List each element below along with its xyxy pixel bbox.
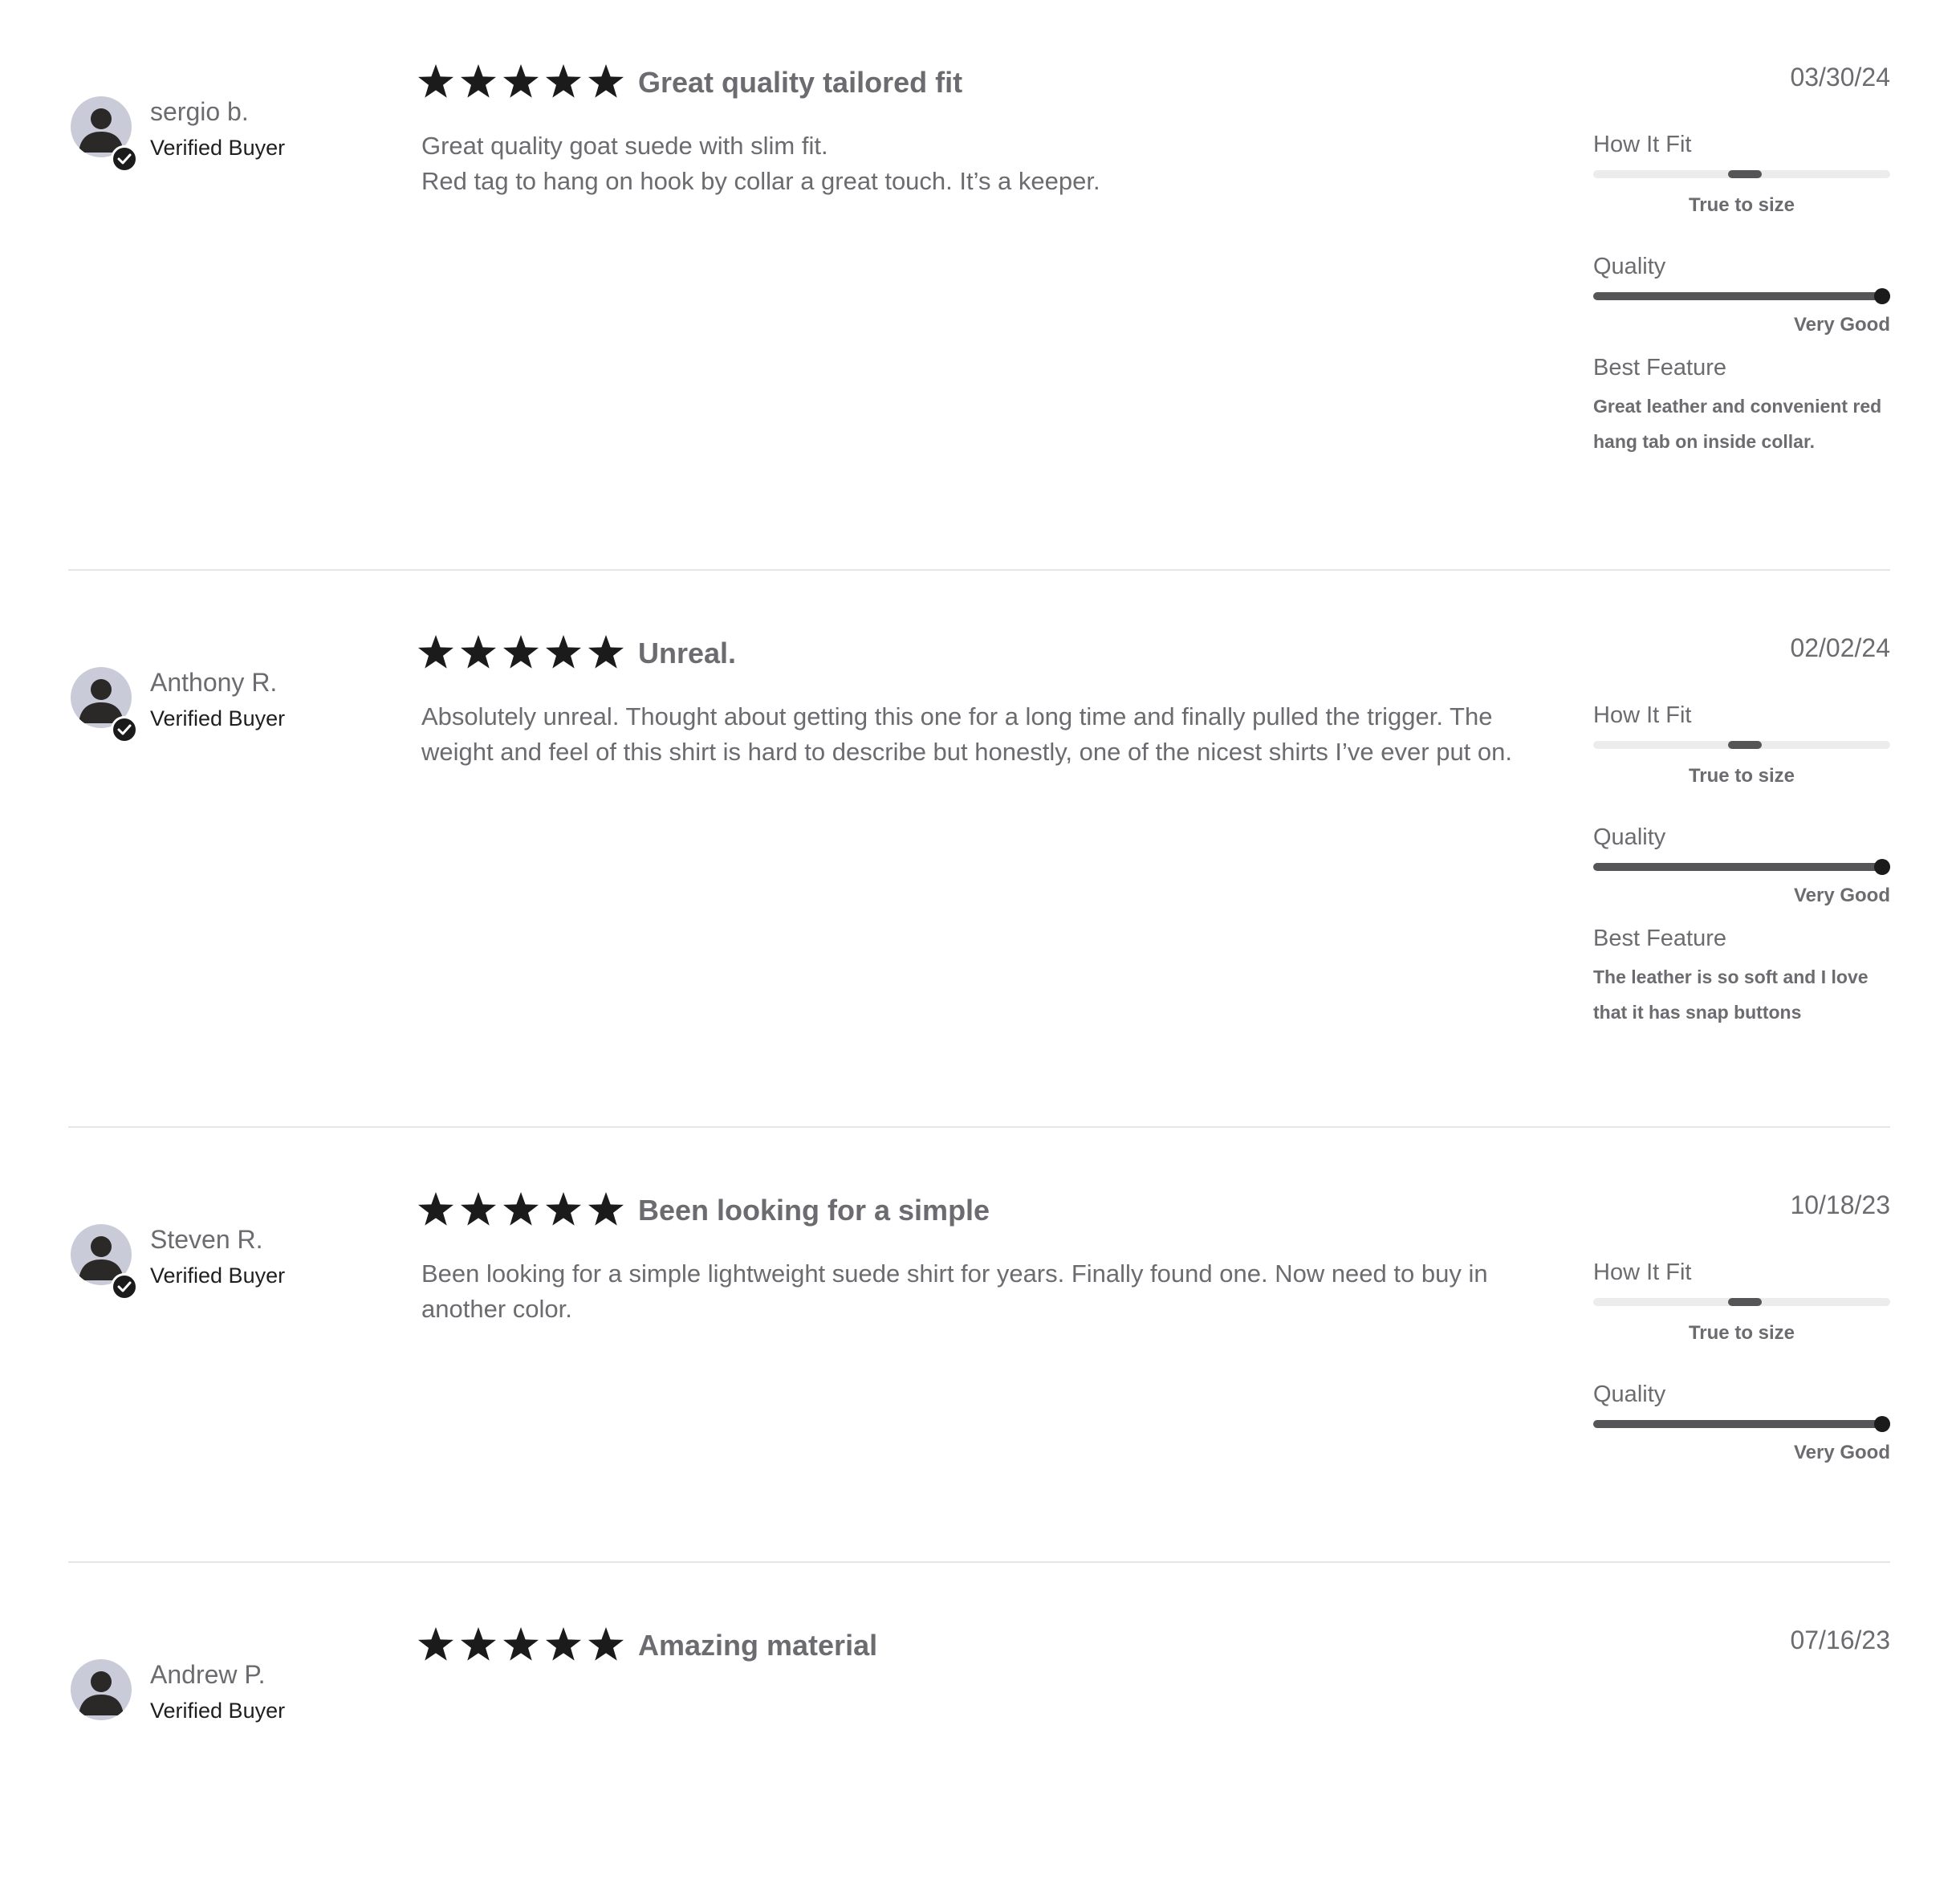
fit-slider xyxy=(1593,1298,1890,1306)
reviewer-name: sergio b. xyxy=(150,97,249,126)
review-item: Anthony R. Verified Buyer Unreal. Absolu… xyxy=(68,571,1890,1128)
quality-bar xyxy=(1593,859,1890,875)
best-feature-label: Best Feature xyxy=(1593,926,1727,951)
verified-buyer-label: Verified Buyer xyxy=(150,706,286,730)
verified-buyer-label: Verified Buyer xyxy=(150,1699,286,1723)
star-icon xyxy=(418,635,453,669)
star-icon xyxy=(546,1192,581,1226)
review-title: Amazing material xyxy=(638,1629,878,1662)
quality-indicator xyxy=(1874,1416,1890,1432)
star-icon xyxy=(503,635,539,669)
fit-slider xyxy=(1593,170,1890,178)
star-icon xyxy=(461,64,496,98)
quality-indicator xyxy=(1874,859,1890,875)
quality-fill xyxy=(1593,1420,1890,1428)
reviewer-name: Steven R. xyxy=(150,1225,263,1254)
star-icon xyxy=(546,635,581,669)
star-rating xyxy=(417,1190,624,1235)
quality-value: Very Good xyxy=(1793,885,1890,906)
checkmark-icon xyxy=(111,716,138,743)
star-icon xyxy=(503,1192,539,1226)
review-date: 10/18/23 xyxy=(1790,1190,1890,1219)
star-icon xyxy=(461,635,496,669)
star-icon xyxy=(588,1192,624,1226)
quality-fill xyxy=(1593,292,1890,300)
quality-label: Quality xyxy=(1593,824,1666,850)
review-item: sergio b. Verified Buyer Great quality t… xyxy=(68,0,1890,571)
star-icon xyxy=(461,1627,496,1661)
best-feature-value: The leather is so soft and I love that i… xyxy=(1593,966,1869,1023)
reviewer-name: Anthony R. xyxy=(150,668,278,697)
review-item: Steven R. Verified Buyer Been looking fo… xyxy=(68,1128,1890,1563)
checkmark-icon xyxy=(111,145,138,173)
review-body-line: Been looking for a simple lightweight su… xyxy=(421,1259,1488,1323)
review-body-line: Great quality goat suede with slim fit. xyxy=(421,132,828,160)
review-title: Great quality tailored fit xyxy=(638,66,963,99)
quality-value: Very Good xyxy=(1793,314,1890,336)
quality-bar xyxy=(1593,1416,1890,1432)
star-icon xyxy=(546,1627,581,1661)
review-body: Great quality goat suede with slim fit. … xyxy=(421,128,1537,199)
fit-value: True to size xyxy=(1688,765,1795,787)
quality-value: Very Good xyxy=(1793,1442,1890,1463)
reviewer-name: Andrew P. xyxy=(150,1660,266,1689)
star-rating xyxy=(417,1626,624,1670)
review-title: Unreal. xyxy=(638,637,737,669)
fit-indicator xyxy=(1728,170,1762,178)
fit-label: How It Fit xyxy=(1593,1259,1692,1285)
star-icon xyxy=(588,64,624,98)
user-avatar-icon xyxy=(71,1659,132,1720)
fit-value: True to size xyxy=(1688,194,1795,216)
quality-indicator xyxy=(1874,288,1890,304)
star-icon xyxy=(588,1627,624,1661)
quality-label: Quality xyxy=(1593,1381,1666,1407)
fit-value: True to size xyxy=(1688,1322,1795,1344)
review-date: 07/16/23 xyxy=(1790,1626,1890,1654)
fit-label: How It Fit xyxy=(1593,132,1692,157)
best-feature-label: Best Feature xyxy=(1593,355,1727,380)
star-icon xyxy=(418,1192,453,1226)
fit-indicator xyxy=(1728,1298,1762,1306)
star-icon xyxy=(418,1627,453,1661)
verified-buyer-label: Verified Buyer xyxy=(150,1263,286,1288)
star-rating xyxy=(417,63,624,108)
review-body: Absolutely unreal. Thought about getting… xyxy=(421,699,1537,770)
star-icon xyxy=(503,64,539,98)
star-icon xyxy=(503,1627,539,1661)
review-body: Been looking for a simple lightweight su… xyxy=(421,1256,1537,1327)
review-title: Been looking for a simple xyxy=(638,1194,990,1227)
review-body-line: Red tag to hang on hook by collar a grea… xyxy=(421,167,1100,195)
best-feature-value: Great leather and convenient red hang ta… xyxy=(1593,396,1882,452)
review-date: 02/02/24 xyxy=(1790,633,1890,662)
quality-bar xyxy=(1593,288,1890,304)
fit-slider xyxy=(1593,741,1890,749)
quality-label: Quality xyxy=(1593,254,1666,279)
fit-label: How It Fit xyxy=(1593,702,1692,728)
review-date: 03/30/24 xyxy=(1790,63,1890,92)
checkmark-icon xyxy=(111,1273,138,1300)
verified-buyer-label: Verified Buyer xyxy=(150,136,286,160)
quality-fill xyxy=(1593,863,1890,871)
star-icon xyxy=(418,64,453,98)
star-icon xyxy=(461,1192,496,1226)
review-body-line: Absolutely unreal. Thought about getting… xyxy=(421,702,1513,766)
review-item: Andrew P. Verified Buyer Amazing materia… xyxy=(68,1563,1890,1884)
star-rating xyxy=(417,633,624,678)
star-icon xyxy=(546,64,581,98)
review-list: sergio b. Verified Buyer Great quality t… xyxy=(68,0,1890,1884)
star-icon xyxy=(588,635,624,669)
fit-indicator xyxy=(1728,741,1762,749)
